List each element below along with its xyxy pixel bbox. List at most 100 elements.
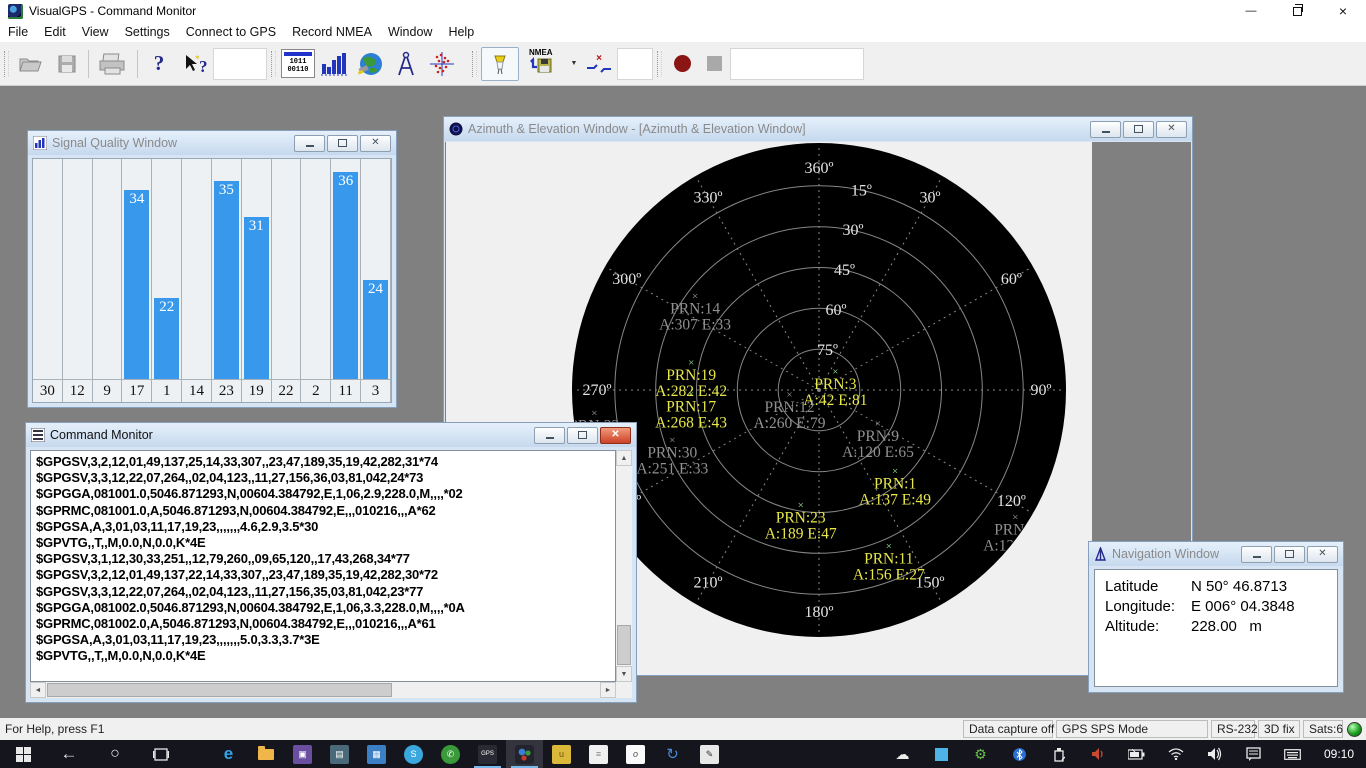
connect-gps-button[interactable] [481, 47, 519, 81]
back-button[interactable]: ← [46, 740, 92, 768]
child-restore-button[interactable] [1274, 546, 1305, 563]
child-restore-button[interactable] [1123, 121, 1154, 138]
save-button[interactable] [49, 48, 85, 80]
menu-connect-to-gps[interactable]: Connect to GPS [178, 25, 284, 39]
child-close-button[interactable]: ✕ [1307, 546, 1338, 563]
nmea-dropdown-button[interactable]: ▼ [565, 48, 581, 80]
taskbar-app-photos[interactable]: ▦ [358, 740, 395, 768]
command-monitor-button[interactable]: 1011 00110 [280, 48, 316, 80]
svg-text:A:282 E:42: A:282 E:42 [655, 383, 727, 400]
taskbar-app-editor[interactable]: ✎ [691, 740, 728, 768]
taskbar-app-notes[interactable]: ≡ [580, 740, 617, 768]
scroll-up-arrow[interactable]: ▲ [616, 450, 632, 466]
context-help-button[interactable]: ?✶ [177, 48, 213, 80]
signal-quality-window[interactable]: Signal Quality Window ✕ 3012934172211435… [27, 130, 397, 408]
menu-record-nmea[interactable]: Record NMEA [284, 25, 380, 39]
horizontal-scrollbar[interactable]: ◄ ► [30, 682, 616, 698]
menu-settings[interactable]: Settings [117, 25, 178, 39]
cortana-button[interactable]: ○ [92, 740, 138, 768]
svg-text:A:251 E:33: A:251 E:33 [636, 461, 708, 478]
child-minimize-button[interactable] [1090, 121, 1121, 138]
wifi-glyph [1168, 748, 1184, 760]
scatter-plot-button[interactable] [424, 48, 460, 80]
taskbar-app-phone[interactable]: ✆ [432, 740, 469, 768]
taskbar-app-monitor[interactable]: ▤ [321, 740, 358, 768]
command-monitor-window[interactable]: Command Monitor ✕ $GPGSV,3,2,12,01,49,13… [25, 422, 637, 703]
taskbar-app-gps-simulator[interactable]: GPS [469, 740, 506, 768]
touch-keyboard-icon[interactable] [1273, 749, 1312, 760]
toolbar-grip[interactable] [4, 51, 9, 77]
azimuth-elevation-button[interactable] [352, 48, 388, 80]
help-button[interactable]: ? [141, 48, 177, 80]
taskbar-edge[interactable]: e [210, 740, 247, 768]
menu-edit[interactable]: Edit [36, 25, 74, 39]
action-center-icon[interactable] [1234, 747, 1273, 761]
restore-button[interactable] [1274, 0, 1320, 22]
taskbar-file-explorer[interactable] [247, 740, 284, 768]
close-button[interactable]: × [1320, 0, 1366, 22]
dropdown-arrow-icon: ▼ [571, 60, 578, 67]
taskbar-app-sync[interactable]: ↻ [654, 740, 691, 768]
toolbar-grip[interactable] [657, 51, 662, 77]
stop-button[interactable] [698, 48, 730, 80]
child-restore-button[interactable] [327, 135, 358, 152]
blue-square-tray-icon[interactable] [922, 748, 961, 761]
menu-view[interactable]: View [74, 25, 117, 39]
menu-help[interactable]: Help [440, 25, 482, 39]
task-view-button[interactable] [138, 740, 184, 768]
minimize-button[interactable]: — [1228, 0, 1274, 22]
bluetooth-icon[interactable] [1000, 747, 1039, 762]
signal-quality-button[interactable] [316, 48, 352, 80]
vertical-scroll-thumb[interactable] [617, 625, 631, 665]
vertical-scrollbar[interactable]: ▲ ▼ [616, 450, 632, 682]
task-view-icon [153, 748, 169, 761]
child-minimize-button[interactable] [294, 135, 325, 152]
taskbar-app-skype[interactable]: S [395, 740, 432, 768]
compass-button[interactable] [388, 48, 424, 80]
taskbar-app-ucenter[interactable]: u [543, 740, 580, 768]
signal-window-title-bar[interactable]: Signal Quality Window ✕ [28, 131, 396, 155]
svg-text:✶: ✶ [194, 53, 201, 62]
signal-column-prn-19: 3119 [242, 159, 272, 402]
child-minimize-button[interactable] [534, 427, 565, 444]
child-close-button[interactable]: ✕ [600, 427, 631, 444]
signal-window-title: Signal Quality Window [52, 136, 177, 150]
taskbar-app-remote[interactable]: ▣ [284, 740, 321, 768]
toolbar-grip[interactable] [271, 51, 276, 77]
taskbar-visualgps-active[interactable] [506, 740, 543, 768]
child-close-button[interactable]: ✕ [1156, 121, 1187, 138]
start-button[interactable] [0, 740, 46, 768]
scatter-plot-icon [429, 51, 455, 77]
volume-icon[interactable] [1195, 747, 1234, 761]
child-close-button[interactable]: ✕ [360, 135, 391, 152]
usb-device-icon[interactable] [1039, 747, 1078, 762]
status-pane-rs-232: RS-232 [1211, 720, 1255, 738]
disconnect-button[interactable]: × [581, 48, 617, 80]
child-restore-button[interactable] [567, 427, 598, 444]
battery-icon[interactable] [1117, 749, 1156, 760]
scroll-right-arrow[interactable]: ► [600, 682, 616, 698]
child-minimize-button[interactable] [1241, 546, 1272, 563]
toolbar-grip[interactable] [472, 51, 477, 77]
wifi-icon[interactable] [1156, 748, 1195, 760]
open-button[interactable] [13, 48, 49, 80]
record-nmea-button[interactable]: NMEA [519, 48, 565, 80]
print-button[interactable] [92, 48, 134, 80]
record-button[interactable] [666, 48, 698, 80]
nmea-output-text[interactable]: $GPGSV,3,2,12,01,49,137,25,14,33,307,,23… [30, 450, 616, 682]
navigation-window-title-bar[interactable]: Navigation Window ✕ [1089, 542, 1343, 566]
scroll-left-arrow[interactable]: ◄ [30, 682, 46, 698]
navigation-window[interactable]: Navigation Window ✕ LatitudeN 50° 46.871… [1088, 541, 1344, 693]
menu-window[interactable]: Window [380, 25, 440, 39]
audio-manager-icon[interactable] [1078, 747, 1117, 761]
taskbar-clock[interactable]: 09:10 [1312, 747, 1366, 761]
nav-row: LatitudeN 50° 46.8713 [1105, 578, 1337, 598]
taskbar-app-document[interactable]: o [617, 740, 654, 768]
horizontal-scroll-thumb[interactable] [47, 683, 392, 697]
green-gear-icon[interactable]: ⚙ [961, 746, 1000, 763]
scroll-down-arrow[interactable]: ▼ [616, 666, 632, 682]
onedrive-cloud-icon[interactable]: ☁ [883, 746, 922, 763]
menu-file[interactable]: File [0, 25, 36, 39]
command-monitor-title-bar[interactable]: Command Monitor ✕ [26, 423, 636, 447]
azimuth-window-title-bar[interactable]: Azimuth & Elevation Window - [Azimuth & … [444, 117, 1192, 141]
